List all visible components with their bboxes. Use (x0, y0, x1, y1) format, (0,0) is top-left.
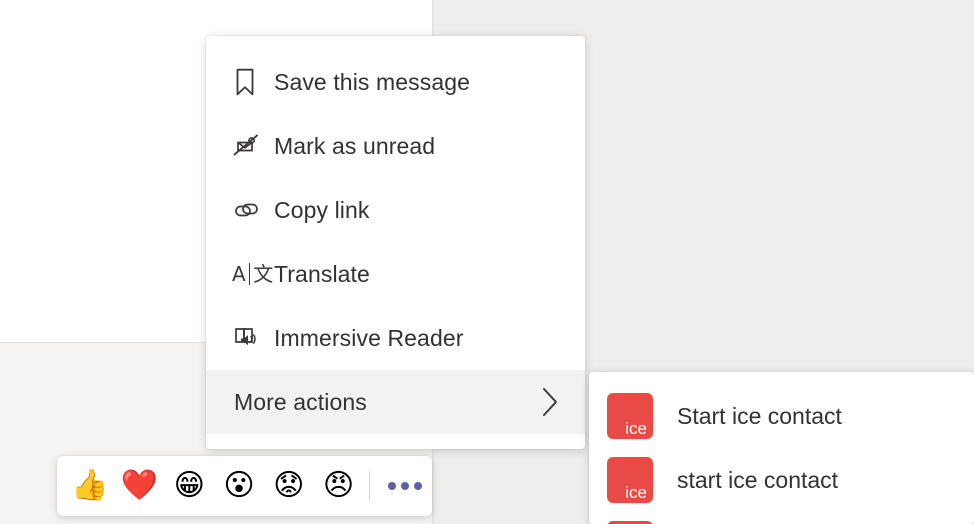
menu-item-label: Mark as unread (274, 132, 436, 159)
ellipsis-dot (414, 482, 423, 490)
reaction-bar-divider (369, 471, 371, 501)
more-actions-submenu[interactable]: ice Start ice contact ice start ice cont… (589, 372, 974, 524)
link-icon (232, 198, 274, 222)
translate-icon: A 文 (232, 263, 274, 285)
message-context-menu[interactable]: Save this message Mark as unread Copy li… (206, 36, 585, 449)
chevron-right-icon (539, 385, 561, 419)
thumbs-up-reaction[interactable]: 👍 (65, 462, 115, 510)
translate-latin-glyph: A (232, 262, 246, 286)
menu-item-copy-link[interactable]: Copy link (206, 178, 585, 242)
menu-item-label: Immersive Reader (274, 324, 464, 351)
translate-separator-bar (248, 263, 251, 285)
submenu-item-label: start ice contact (677, 466, 839, 493)
menu-bottom-padding (206, 434, 585, 449)
app-icon-label: ice (625, 419, 647, 438)
submenu-item-start-ice-contact-1[interactable]: ice Start ice contact (589, 384, 974, 448)
submenu-top-padding (589, 372, 974, 384)
ellipsis-dot (401, 482, 410, 490)
laugh-reaction[interactable]: 😁 (164, 462, 214, 510)
menu-item-label: Copy link (274, 196, 370, 223)
menu-item-translate[interactable]: A 文 Translate (206, 242, 585, 306)
sad-reaction[interactable]: 😟 (264, 462, 314, 510)
ice-app-icon: ice (607, 393, 653, 439)
screen: Save this message Mark as unread Copy li… (0, 0, 974, 524)
more-reactions-button[interactable] (378, 462, 432, 510)
translate-cjk-glyph: 文 (253, 262, 274, 286)
menu-item-label: More actions (234, 388, 367, 415)
ice-app-icon: ice (607, 457, 653, 503)
angry-reaction[interactable]: 😠 (314, 462, 364, 510)
submenu-item-start-ice-contact-2[interactable]: ice start ice contact (589, 448, 974, 512)
heart-reaction[interactable]: ❤️ (115, 462, 165, 510)
submenu-item-label: Start ice contact (677, 402, 842, 429)
immersive-reader-icon (232, 324, 274, 352)
bookmark-icon (232, 67, 274, 97)
menu-item-label: Translate (274, 260, 370, 287)
ellipsis-dot (388, 482, 397, 490)
app-icon-label: ice (625, 483, 647, 502)
menu-item-mark-as-unread[interactable]: Mark as unread (206, 114, 585, 178)
menu-item-immersive-reader[interactable]: Immersive Reader (206, 306, 585, 370)
menu-top-padding (206, 36, 585, 50)
menu-item-label: Save this message (274, 68, 471, 95)
menu-item-save-this-message[interactable]: Save this message (206, 50, 585, 114)
menu-item-more-actions[interactable]: More actions (206, 370, 585, 434)
mail-unread-slash-icon (232, 132, 274, 160)
submenu-item-start-ice-contact-3[interactable]: ice (589, 512, 974, 524)
surprised-reaction[interactable]: 😮 (214, 462, 264, 510)
reaction-bar[interactable]: 👍 ❤️ 😁 😮 😟 😠 (57, 456, 432, 516)
